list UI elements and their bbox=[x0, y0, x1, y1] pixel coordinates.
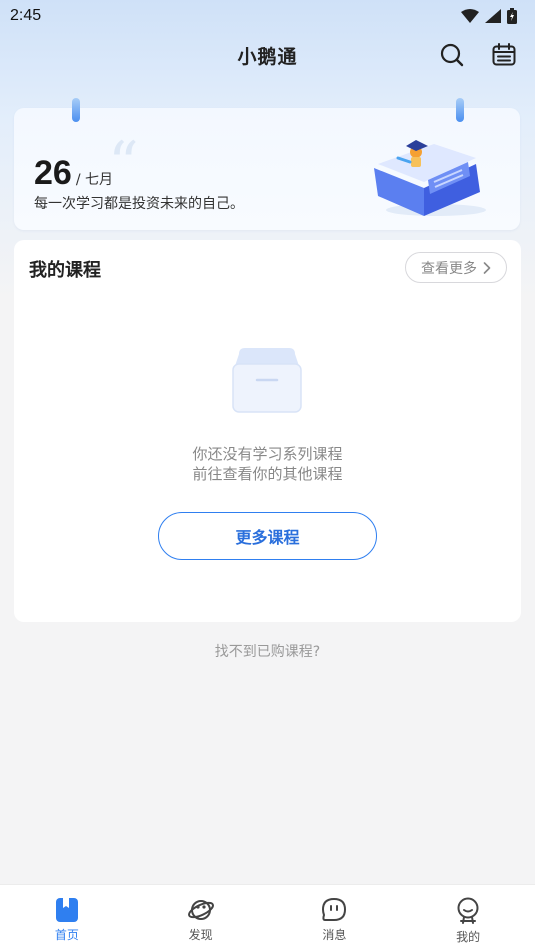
tab-discover[interactable]: 发现 bbox=[134, 885, 268, 951]
message-icon bbox=[322, 897, 347, 921]
calendar-icon bbox=[492, 43, 516, 66]
wifi-icon bbox=[461, 9, 479, 23]
bottom-tab-bar: 首页 发现 消息 我的 bbox=[0, 884, 535, 951]
more-courses-button[interactable]: 更多课程 bbox=[158, 512, 377, 560]
app-title: 小鹅通 bbox=[237, 45, 298, 68]
home-icon bbox=[55, 898, 78, 922]
planet-icon bbox=[187, 900, 214, 920]
profile-icon bbox=[457, 897, 479, 924]
tab-home[interactable]: 首页 bbox=[0, 885, 134, 951]
calendar-button[interactable] bbox=[491, 42, 517, 68]
card-pin-left bbox=[72, 98, 80, 122]
search-icon bbox=[440, 43, 464, 67]
signal-icon bbox=[485, 9, 501, 23]
daily-date-card: “ 26 / 七月 每一次学习都是投资未来的自己。 bbox=[14, 108, 520, 230]
card-pin-right bbox=[456, 98, 464, 122]
view-more-label: 查看更多 bbox=[421, 260, 477, 277]
cannot-find-purchased-link[interactable]: 找不到已购课程? bbox=[0, 641, 535, 661]
date-month: / 七月 bbox=[75, 172, 113, 188]
chevron-right-icon bbox=[483, 261, 491, 274]
status-bar: 2:45 bbox=[0, 0, 535, 32]
tab-discover-label: 发现 bbox=[188, 928, 213, 942]
tab-messages-label: 消息 bbox=[322, 928, 347, 942]
tab-home-label: 首页 bbox=[54, 928, 79, 942]
app-header: 小鹅通 bbox=[0, 34, 535, 76]
section-title: 我的课程 bbox=[29, 260, 101, 281]
view-more-button[interactable]: 查看更多 bbox=[405, 252, 507, 283]
status-time: 2:45 bbox=[10, 7, 42, 24]
tab-profile-label: 我的 bbox=[456, 930, 481, 944]
date-day: 26 bbox=[34, 154, 72, 192]
search-button[interactable] bbox=[439, 42, 465, 68]
tab-profile[interactable]: 我的 bbox=[401, 885, 535, 951]
tab-messages[interactable]: 消息 bbox=[268, 885, 402, 951]
empty-box-icon bbox=[232, 348, 302, 413]
daily-quote: 每一次学习都是投资未来的自己。 bbox=[34, 196, 244, 212]
date-display: 26 / 七月 bbox=[34, 154, 113, 193]
empty-message-line-2: 前往查看你的其他课程 bbox=[192, 465, 343, 483]
empty-message-line-1: 你还没有学习系列课程 bbox=[192, 445, 343, 463]
my-courses-card: 我的课程 查看更多 你还没有学习系列课程 前往查看你的其他课程 更多课程 bbox=[14, 240, 521, 622]
book-illustration-icon bbox=[374, 140, 486, 216]
status-icons bbox=[461, 8, 517, 24]
battery-icon bbox=[507, 8, 517, 24]
